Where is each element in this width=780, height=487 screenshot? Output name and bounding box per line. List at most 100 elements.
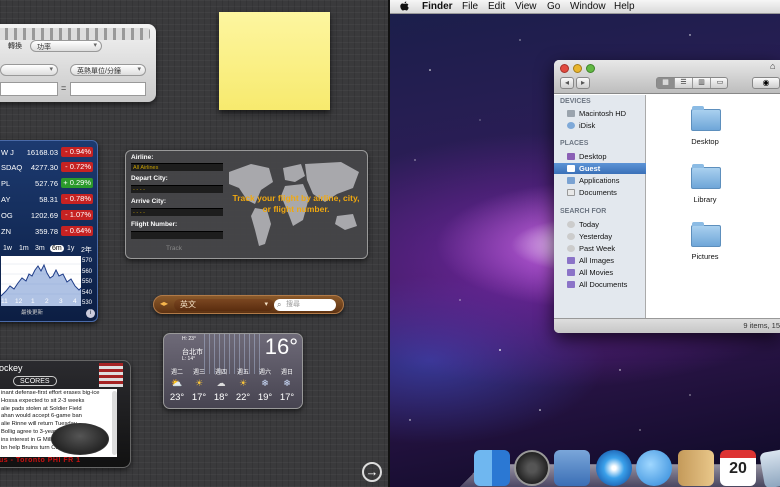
stock-change[interactable]: - 0.64% bbox=[61, 226, 93, 236]
unit-converter-widget[interactable]: 轉換 功率 英熱單位/分鐘 = bbox=[0, 24, 156, 102]
finder-content[interactable]: Desktop Library Pictures bbox=[646, 95, 780, 318]
sidebar-item-label: Applications bbox=[579, 176, 620, 185]
stock-change[interactable]: - 0.72% bbox=[61, 162, 93, 172]
converter-to-unit-select[interactable]: 英熱單位/分鐘 bbox=[70, 64, 146, 76]
sidebar-item-applications[interactable]: Applications bbox=[554, 175, 646, 186]
icon-view-icon[interactable]: ▦ bbox=[657, 78, 675, 88]
folder-label[interactable]: Desktop bbox=[675, 137, 735, 146]
flight-number-input[interactable] bbox=[131, 231, 223, 239]
apple-menu-icon[interactable] bbox=[400, 1, 409, 14]
list-view-icon[interactable]: ☰ bbox=[675, 78, 693, 88]
range-6m[interactable]: 6m bbox=[50, 245, 64, 252]
sidebar-item-all-movies[interactable]: All Movies bbox=[554, 267, 646, 278]
stock-row[interactable]: ZN 359.78 - 0.64% bbox=[0, 226, 97, 237]
sidebar-item-documents[interactable]: Documents bbox=[554, 187, 646, 198]
range-1m[interactable]: 1m bbox=[19, 245, 29, 252]
flag-decoration bbox=[99, 363, 123, 387]
library-folder-icon[interactable] bbox=[691, 164, 721, 189]
stock-change[interactable]: - 1.07% bbox=[61, 210, 93, 220]
translation-widget[interactable]: ◂▸ 英文 搜尋 bbox=[153, 295, 344, 314]
range-1w[interactable]: 1w bbox=[3, 245, 12, 252]
stock-row[interactable]: W J 16168.03 - 0.94% bbox=[0, 147, 97, 158]
address-book-dock-icon[interactable] bbox=[678, 450, 714, 486]
stock-row[interactable]: PL 527.76 + 0.29% bbox=[0, 178, 97, 189]
sidebar-item-all-documents[interactable]: All Documents bbox=[554, 279, 646, 290]
menu-window[interactable]: Window bbox=[570, 1, 606, 12]
stock-change[interactable]: + 0.29% bbox=[61, 178, 93, 188]
airline-select[interactable]: All Airlines bbox=[131, 163, 223, 171]
back-arrow-icon[interactable]: ◂ bbox=[560, 77, 574, 89]
converter-to-input[interactable] bbox=[70, 82, 146, 96]
cover-flow-icon[interactable]: ▭ bbox=[711, 78, 729, 88]
folder-label[interactable]: Library bbox=[675, 195, 735, 204]
menu-file[interactable]: File bbox=[462, 1, 478, 12]
finder-dock-icon[interactable] bbox=[474, 450, 510, 486]
sidebar-item-yesterday[interactable]: Yesterday bbox=[554, 231, 646, 242]
stickies-widget[interactable] bbox=[219, 12, 330, 110]
safari-compass-dock-icon[interactable] bbox=[596, 450, 632, 486]
scores-button[interactable]: SCORES bbox=[13, 376, 57, 386]
espn-score-ticker[interactable]: us - Toronto PHI FR 1 bbox=[0, 457, 119, 467]
forward-arrow-icon[interactable]: ▸ bbox=[576, 77, 590, 89]
menu-edit[interactable]: Edit bbox=[488, 1, 505, 12]
stock-change[interactable]: - 0.94% bbox=[61, 147, 93, 157]
view-mode-buttons[interactable]: ▦ ☰ ▥ ▭ bbox=[656, 77, 728, 89]
sidebar-item-all-images[interactable]: All Images bbox=[554, 255, 646, 266]
home-icon[interactable]: ⌂ bbox=[770, 61, 775, 71]
desktop-folder-icon[interactable] bbox=[691, 106, 721, 131]
stocks-widget[interactable]: W J 16168.03 - 0.94% SDAQ 4277.30 - 0.72… bbox=[0, 140, 98, 322]
menu-go[interactable]: Go bbox=[547, 1, 560, 12]
sidebar-item-past-week[interactable]: Past Week bbox=[554, 243, 646, 254]
close-window-icon[interactable] bbox=[560, 64, 569, 73]
menu-finder[interactable]: Finder bbox=[422, 1, 453, 12]
minimize-window-icon[interactable] bbox=[573, 64, 582, 73]
converter-type-select[interactable]: 功率 bbox=[30, 40, 102, 52]
dashboard-dock-icon[interactable] bbox=[514, 450, 550, 486]
dashboard-manage-widgets-icon[interactable]: → bbox=[362, 462, 382, 482]
depart-city-input[interactable]: - - - - bbox=[131, 185, 223, 193]
stock-row[interactable]: SDAQ 4277.30 - 0.72% bbox=[0, 162, 97, 173]
mail-stamp-dock-icon[interactable] bbox=[554, 450, 590, 486]
flight-tracker-widget[interactable]: Airline: All Airlines Depart City: - - -… bbox=[125, 150, 368, 259]
menu-view[interactable]: View bbox=[515, 1, 537, 12]
info-icon[interactable]: i bbox=[86, 309, 95, 318]
menu-help[interactable]: Help bbox=[614, 1, 635, 12]
news-scrollbar[interactable] bbox=[112, 391, 117, 455]
swap-arrows-icon[interactable]: ◂▸ bbox=[160, 299, 168, 308]
smart-folder-icon bbox=[567, 257, 575, 264]
sidebar-item-macintosh-hd[interactable]: Macintosh HD bbox=[554, 108, 646, 119]
weather-widget[interactable]: H: 23° 台北市 L: 14° 16° 週二 週三 週四 週五 週六 週日 … bbox=[163, 333, 303, 409]
track-button[interactable]: Track bbox=[154, 245, 194, 252]
calendar-dock-icon[interactable]: 20 bbox=[720, 450, 756, 486]
arrive-city-input[interactable]: - - - - bbox=[131, 208, 223, 216]
range-2y[interactable]: 2年 bbox=[81, 245, 92, 255]
column-view-icon[interactable]: ▥ bbox=[693, 78, 711, 88]
converter-from-input[interactable] bbox=[0, 82, 58, 96]
sidebar-item-idisk[interactable]: iDisk bbox=[554, 120, 646, 131]
finder-window[interactable]: ◂ ▸ ▦ ☰ ▥ ▭ ◉ DEVICES Macintosh HD iDisk… bbox=[554, 60, 780, 333]
news-item[interactable]: ahan would accept 6-game ban bbox=[1, 413, 115, 421]
news-item[interactable]: Hossa expected to sit 2-3 weeks bbox=[1, 398, 115, 406]
pictures-folder-icon[interactable] bbox=[691, 222, 721, 247]
sidebar-item-guest[interactable]: Guest bbox=[554, 163, 646, 174]
sidebar-item-desktop[interactable]: Desktop bbox=[554, 151, 646, 162]
sidebar-item-today[interactable]: Today bbox=[554, 219, 646, 230]
range-3m[interactable]: 3m bbox=[35, 245, 45, 252]
espn-widget[interactable]: ockey SCORES inant defense-first effort … bbox=[0, 360, 131, 468]
news-item[interactable]: inant defense-first effort erases big-ic… bbox=[1, 390, 115, 398]
stock-row[interactable]: AY 58.31 - 0.78% bbox=[0, 194, 97, 205]
range-1y[interactable]: 1y bbox=[67, 245, 74, 252]
translate-search-input[interactable]: 搜尋 bbox=[274, 299, 336, 311]
stock-row[interactable]: OG 1202.69 - 1.07% bbox=[0, 210, 97, 221]
finder-titlebar[interactable]: ◂ ▸ ▦ ☰ ▥ ▭ ◉ bbox=[554, 60, 780, 94]
converter-from-unit-select[interactable] bbox=[0, 64, 58, 76]
stock-range-selector[interactable]: 1w 1m 3m 6m 1y 2年 bbox=[1, 245, 97, 255]
stock-change[interactable]: - 0.78% bbox=[61, 194, 93, 204]
quick-look-eye-icon[interactable]: ◉ bbox=[752, 77, 780, 89]
snow-icon: ❄ bbox=[283, 378, 291, 388]
news-item[interactable]: alie pads stolen at Soldier Field bbox=[1, 406, 115, 414]
ichat-dock-icon[interactable] bbox=[636, 450, 672, 486]
zoom-window-icon[interactable] bbox=[586, 64, 595, 73]
language-select[interactable]: 英文 bbox=[174, 299, 274, 311]
folder-label[interactable]: Pictures bbox=[675, 252, 735, 261]
